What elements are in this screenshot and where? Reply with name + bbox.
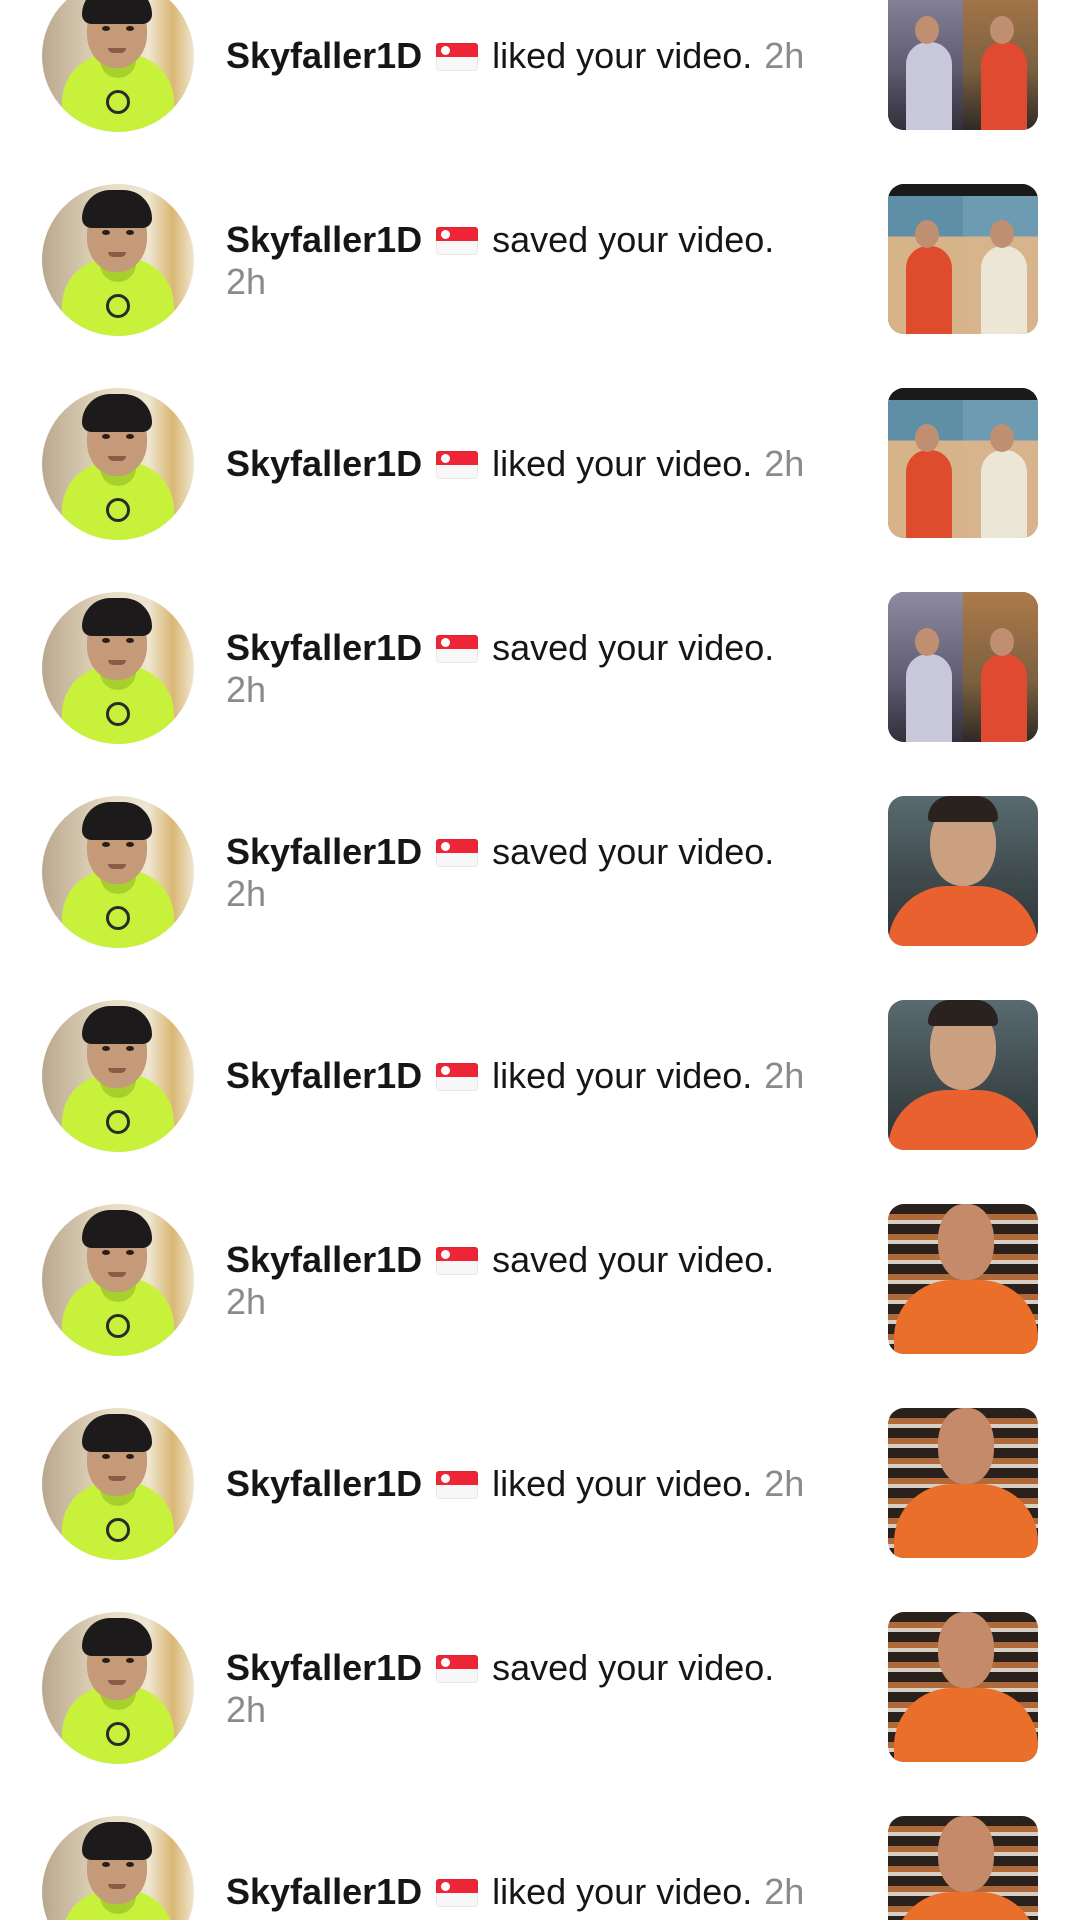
singapore-flag-icon — [436, 635, 479, 663]
username-link[interactable]: Skyfaller1D — [226, 1463, 422, 1504]
username-link[interactable]: Skyfaller1D — [226, 627, 422, 668]
video-thumbnail[interactable] — [888, 1408, 1038, 1558]
activity-text: Skyfaller1D saved your video. 2h — [226, 1239, 774, 1323]
timestamp: 2h — [226, 261, 267, 302]
activity-action: saved your video. — [492, 831, 775, 872]
avatar[interactable] — [42, 388, 194, 540]
activity-row[interactable]: Skyfaller1D saved your video. 2h — [0, 184, 1080, 336]
avatar[interactable] — [42, 184, 194, 336]
activity-row[interactable]: Skyfaller1D saved your video. 2h — [0, 1612, 1080, 1764]
activity-text: Skyfaller1D saved your video. 2h — [226, 219, 774, 303]
timestamp: 2h — [764, 1871, 805, 1912]
activity-action: saved your video. — [492, 1647, 775, 1688]
username-link[interactable]: Skyfaller1D — [226, 1239, 422, 1280]
video-thumbnail[interactable] — [888, 796, 1038, 946]
username-link[interactable]: Skyfaller1D — [226, 1871, 422, 1912]
activity-text: Skyfaller1D saved your video. 2h — [226, 1647, 774, 1731]
video-thumbnail[interactable] — [888, 1000, 1038, 1150]
activity-feed: Skyfaller1D liked your video. 2h Skyfaller… — [0, 0, 1080, 1920]
activity-action: saved your video. — [492, 627, 775, 668]
activity-action: liked your video. — [492, 35, 753, 76]
activity-text: Skyfaller1D liked your video. 2h — [226, 1055, 804, 1097]
activity-action: saved your video. — [492, 1239, 775, 1280]
singapore-flag-icon — [436, 1655, 479, 1683]
activity-action: liked your video. — [492, 443, 753, 484]
singapore-flag-icon — [436, 839, 479, 867]
avatar[interactable] — [42, 1408, 194, 1560]
video-thumbnail[interactable] — [888, 1204, 1038, 1354]
avatar[interactable] — [42, 796, 194, 948]
activity-text: Skyfaller1D liked your video. 2h — [226, 35, 804, 77]
username-link[interactable]: Skyfaller1D — [226, 831, 422, 872]
activity-action: liked your video. — [492, 1055, 753, 1096]
avatar[interactable] — [42, 592, 194, 744]
singapore-flag-icon — [436, 227, 479, 255]
singapore-flag-icon — [436, 1471, 479, 1499]
avatar[interactable] — [42, 1612, 194, 1764]
timestamp: 2h — [764, 443, 805, 484]
username-link[interactable]: Skyfaller1D — [226, 443, 422, 484]
avatar[interactable] — [42, 0, 194, 132]
activity-row[interactable]: Skyfaller1D liked your video. 2h — [0, 0, 1080, 132]
timestamp: 2h — [226, 873, 267, 914]
activity-text: Skyfaller1D saved your video. 2h — [226, 627, 774, 711]
video-thumbnail[interactable] — [888, 388, 1038, 538]
timestamp: 2h — [226, 1689, 267, 1730]
timestamp: 2h — [226, 669, 267, 710]
singapore-flag-icon — [436, 1247, 479, 1275]
activity-text: Skyfaller1D liked your video. 2h — [226, 1463, 804, 1505]
activity-row[interactable]: Skyfaller1D liked your video. 2h — [0, 1408, 1080, 1560]
timestamp: 2h — [226, 1281, 267, 1322]
activity-action: liked your video. — [492, 1463, 753, 1504]
username-link[interactable]: Skyfaller1D — [226, 219, 422, 260]
singapore-flag-icon — [436, 1879, 479, 1907]
activity-row[interactable]: Skyfaller1D liked your video. 2h — [0, 388, 1080, 540]
username-link[interactable]: Skyfaller1D — [226, 1055, 422, 1096]
singapore-flag-icon — [436, 1063, 479, 1091]
activity-row[interactable]: Skyfaller1D saved your video. 2h — [0, 592, 1080, 744]
video-thumbnail[interactable] — [888, 1612, 1038, 1762]
activity-row[interactable]: Skyfaller1D saved your video. 2h — [0, 1204, 1080, 1356]
activity-text: Skyfaller1D liked your video. 2h — [226, 443, 804, 485]
activity-row[interactable]: Skyfaller1D liked your video. 2h — [0, 1816, 1080, 1920]
singapore-flag-icon — [436, 43, 479, 71]
avatar[interactable] — [42, 1204, 194, 1356]
activity-row[interactable]: Skyfaller1D saved your video. 2h — [0, 796, 1080, 948]
activity-text: Skyfaller1D saved your video. 2h — [226, 831, 774, 915]
singapore-flag-icon — [436, 451, 479, 479]
video-thumbnail[interactable] — [888, 0, 1038, 130]
avatar[interactable] — [42, 1816, 194, 1920]
activity-row[interactable]: Skyfaller1D liked your video. 2h — [0, 1000, 1080, 1152]
video-thumbnail[interactable] — [888, 1816, 1038, 1920]
timestamp: 2h — [764, 1055, 805, 1096]
activity-text: Skyfaller1D liked your video. 2h — [226, 1871, 804, 1913]
username-link[interactable]: Skyfaller1D — [226, 35, 422, 76]
timestamp: 2h — [764, 35, 805, 76]
username-link[interactable]: Skyfaller1D — [226, 1647, 422, 1688]
activity-action: saved your video. — [492, 219, 775, 260]
avatar[interactable] — [42, 1000, 194, 1152]
video-thumbnail[interactable] — [888, 592, 1038, 742]
video-thumbnail[interactable] — [888, 184, 1038, 334]
activity-action: liked your video. — [492, 1871, 753, 1912]
timestamp: 2h — [764, 1463, 805, 1504]
